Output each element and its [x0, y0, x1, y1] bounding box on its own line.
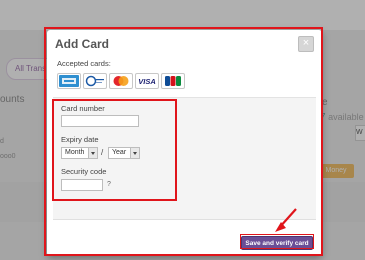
annotation-highlight-form: [52, 99, 177, 201]
annotation-highlight-button: [240, 234, 314, 249]
